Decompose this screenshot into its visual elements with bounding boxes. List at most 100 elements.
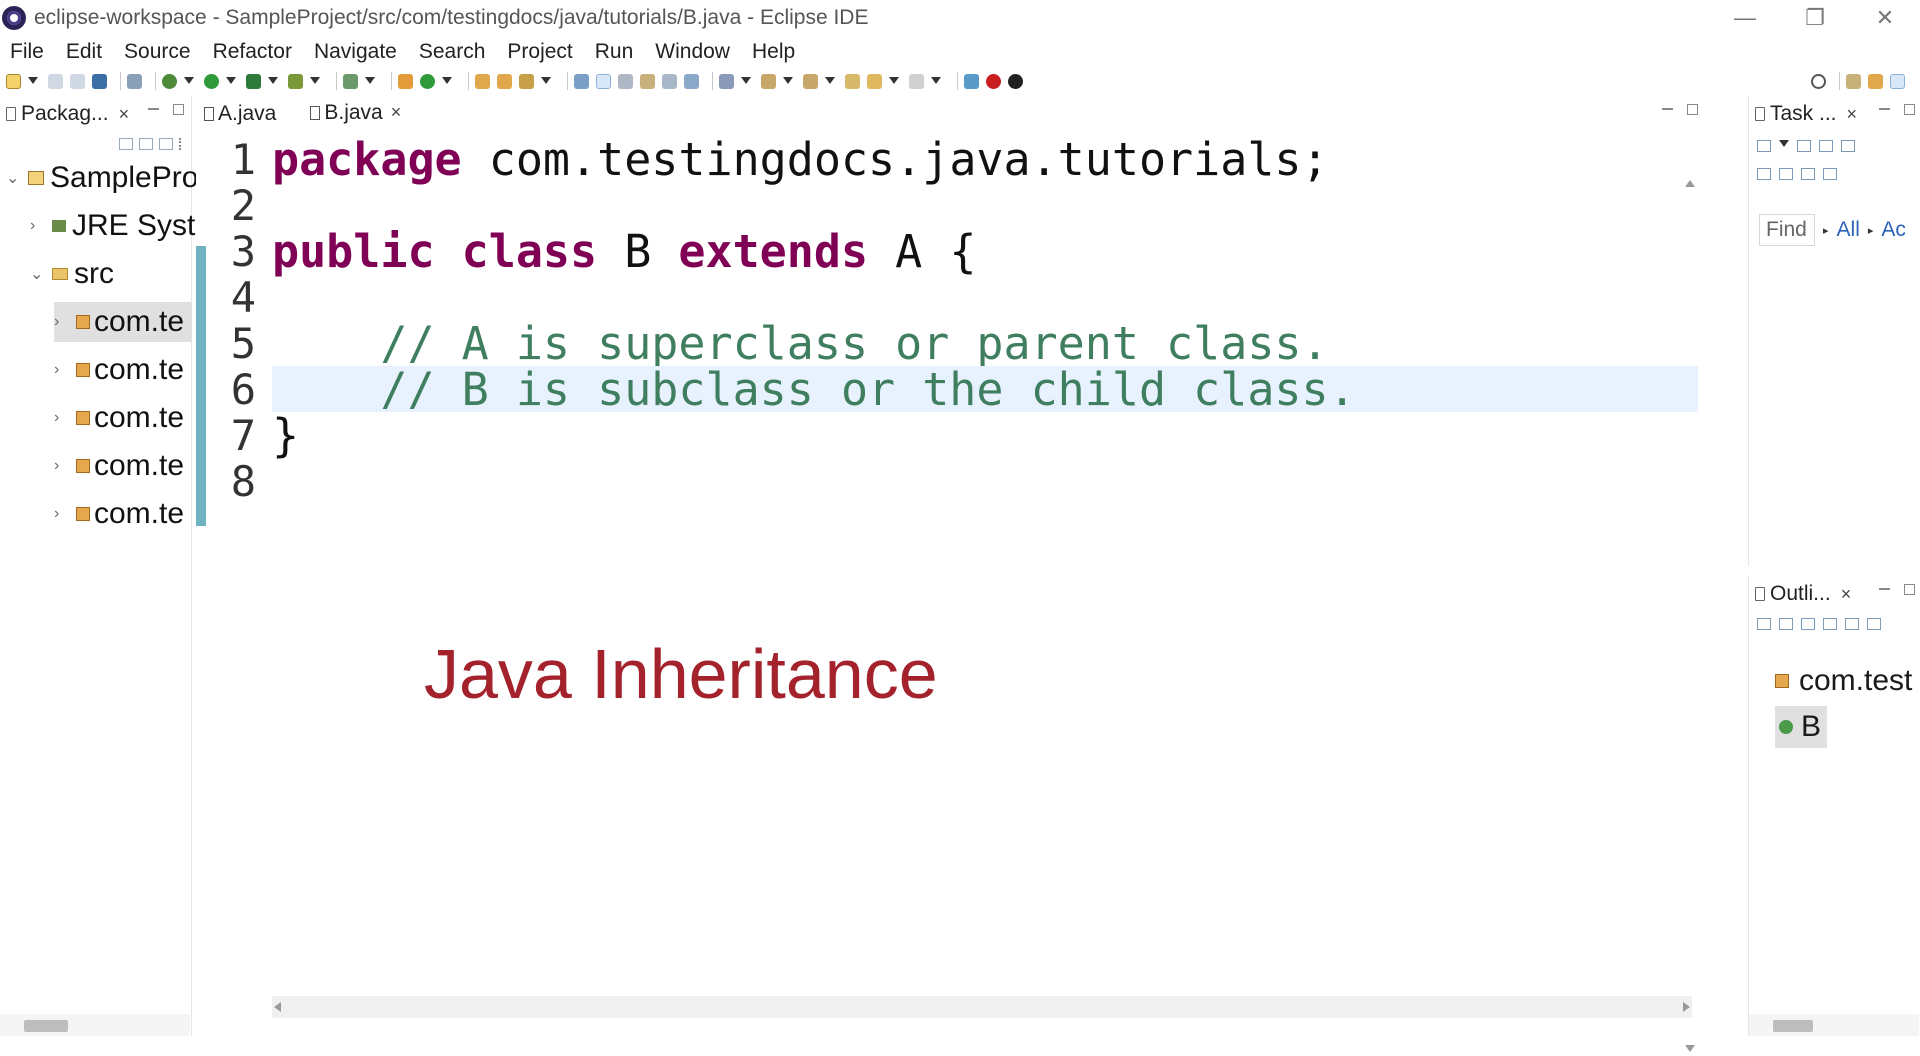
new-task-dropdown-icon[interactable] — [1779, 140, 1789, 147]
chevron-right-icon[interactable]: › — [54, 457, 66, 475]
external-tools-icon[interactable] — [288, 73, 303, 89]
next-annotation-dropdown-icon[interactable] — [783, 77, 793, 85]
new-dropdown-icon[interactable] — [28, 77, 38, 85]
menu-navigate[interactable]: Navigate — [314, 40, 397, 64]
run-icon[interactable] — [204, 73, 219, 89]
mark-occurrences-icon[interactable] — [596, 73, 611, 89]
menu-refactor[interactable]: Refactor — [213, 40, 292, 64]
tree-item-jre[interactable]: › JRE Syste — [30, 206, 212, 246]
save-all-icon[interactable] — [70, 73, 85, 89]
debug-dropdown-icon[interactable] — [184, 77, 194, 85]
previous-annotation-icon[interactable] — [803, 73, 818, 89]
menu-help[interactable]: Help — [752, 40, 795, 64]
annotation-icon[interactable] — [719, 73, 734, 89]
coverage-dropdown-icon[interactable] — [268, 77, 278, 85]
collapse-all-icon[interactable] — [119, 138, 133, 150]
menu-project[interactable]: Project — [507, 40, 572, 64]
collapse-all-icon[interactable] — [1801, 168, 1815, 180]
menu-window[interactable]: Window — [655, 40, 730, 64]
close-icon[interactable]: × — [1841, 584, 1852, 605]
save-icon[interactable] — [48, 73, 63, 89]
open-type-icon[interactable] — [475, 73, 490, 89]
search-tool-icon[interactable] — [519, 73, 534, 89]
last-edit-icon[interactable] — [845, 73, 860, 89]
sort-icon[interactable] — [1801, 618, 1815, 630]
maximize-view-icon[interactable] — [1904, 584, 1915, 595]
resource-perspective-icon[interactable] — [1868, 73, 1883, 89]
code-editor[interactable]: 1 package com.testingdocs.java.tutorials… — [196, 133, 1698, 1052]
java-perspective-icon[interactable] — [1890, 73, 1905, 89]
scroll-left-icon[interactable] — [274, 1002, 281, 1012]
coverage-icon[interactable] — [246, 73, 261, 89]
code-line[interactable]: 2 — [196, 181, 1696, 230]
cloud-icon[interactable] — [1008, 73, 1023, 89]
minimize-button[interactable]: — — [1710, 0, 1780, 36]
horizontal-scrollbar[interactable] — [272, 996, 1692, 1018]
new-task-icon[interactable] — [1757, 140, 1771, 152]
toggle-breadcrumb-icon[interactable] — [574, 73, 589, 89]
close-window-button[interactable]: ✕ — [1850, 0, 1920, 36]
hide-static-icon[interactable] — [1845, 618, 1859, 630]
scroll-right-icon[interactable] — [1683, 1002, 1690, 1012]
word-wrap-icon[interactable] — [618, 73, 633, 89]
menu-file[interactable]: File — [10, 40, 44, 64]
scheduled-icon[interactable] — [1819, 140, 1833, 152]
chevron-right-icon[interactable]: › — [54, 505, 66, 523]
view-menu-icon[interactable] — [179, 138, 183, 150]
debug-icon[interactable] — [162, 73, 177, 89]
run-dropdown-icon[interactable] — [226, 77, 236, 85]
tab-outline[interactable]: Outli... × — [1749, 576, 1857, 612]
new-java-dropdown-icon[interactable] — [365, 77, 375, 85]
forward-dropdown-icon[interactable] — [931, 77, 941, 85]
tab-package-explorer[interactable]: Packag... × — [0, 96, 135, 132]
vertical-scrollbar[interactable] — [1682, 176, 1698, 1056]
code-line[interactable]: 6 // B is subclass or the child class. — [196, 363, 1696, 416]
show-whitespace-icon[interactable] — [662, 73, 677, 89]
annotation-dropdown-icon[interactable] — [741, 77, 751, 85]
activate-link[interactable]: Ac — [1881, 218, 1906, 242]
code-line[interactable]: 1 package com.testingdocs.java.tutorials… — [196, 133, 1696, 186]
code-line[interactable]: 8 — [196, 457, 1696, 506]
outline-item-package[interactable]: com.test — [1775, 660, 1912, 702]
all-link[interactable]: All — [1837, 218, 1860, 242]
link-editor-icon[interactable] — [139, 138, 153, 150]
hide-nonpublic-icon[interactable] — [1867, 618, 1881, 630]
next-annotation-icon[interactable] — [761, 73, 776, 89]
hide-fields-icon[interactable] — [1823, 618, 1837, 630]
tree-item-package[interactable]: › com.te — [54, 494, 184, 534]
minimize-view-icon[interactable] — [1879, 108, 1890, 111]
code-line[interactable]: 4 — [196, 273, 1696, 322]
tree-item-package[interactable]: › com.te — [54, 446, 184, 486]
open-perspective-icon[interactable] — [1846, 73, 1861, 89]
search-icon[interactable] — [1811, 73, 1826, 89]
scroll-down-icon[interactable] — [1685, 1045, 1695, 1052]
code-line[interactable]: 7 } — [196, 409, 1696, 462]
tree-item-src[interactable]: ⌄ src — [30, 254, 114, 294]
new-package-icon[interactable] — [398, 73, 413, 89]
back-dropdown-icon[interactable] — [889, 77, 899, 85]
synchronize-icon[interactable] — [1779, 168, 1793, 180]
chevron-right-icon[interactable]: › — [54, 409, 66, 427]
skip-breakpoints-icon[interactable] — [127, 73, 142, 89]
close-icon[interactable]: × — [1847, 104, 1858, 125]
link-icon[interactable] — [1823, 168, 1837, 180]
maximize-view-icon[interactable] — [1904, 104, 1915, 115]
minimize-view-icon[interactable] — [148, 108, 159, 111]
chevron-right-icon[interactable]: › — [30, 217, 42, 235]
chevron-down-icon[interactable]: ⌄ — [6, 168, 19, 188]
menu-run[interactable]: Run — [595, 40, 634, 64]
new-java-project-icon[interactable] — [343, 73, 358, 89]
chevron-down-icon[interactable]: ⌄ — [30, 264, 43, 284]
hide-completed-icon[interactable] — [1757, 168, 1771, 180]
chevron-right-icon[interactable]: › — [54, 313, 66, 331]
new-class-icon[interactable] — [420, 73, 435, 89]
focus-on-task-icon[interactable] — [1757, 618, 1771, 630]
scrollbar-thumb[interactable] — [24, 1020, 68, 1032]
tab-b-java[interactable]: B.java × — [302, 96, 410, 132]
new-class-dropdown-icon[interactable] — [442, 77, 452, 85]
find-input[interactable]: Find — [1759, 214, 1815, 246]
tab-a-java[interactable]: A.java — [196, 96, 284, 132]
close-icon[interactable]: × — [119, 104, 130, 125]
outline-item-class[interactable]: B — [1775, 706, 1828, 748]
minimize-view-icon[interactable] — [1879, 588, 1890, 591]
